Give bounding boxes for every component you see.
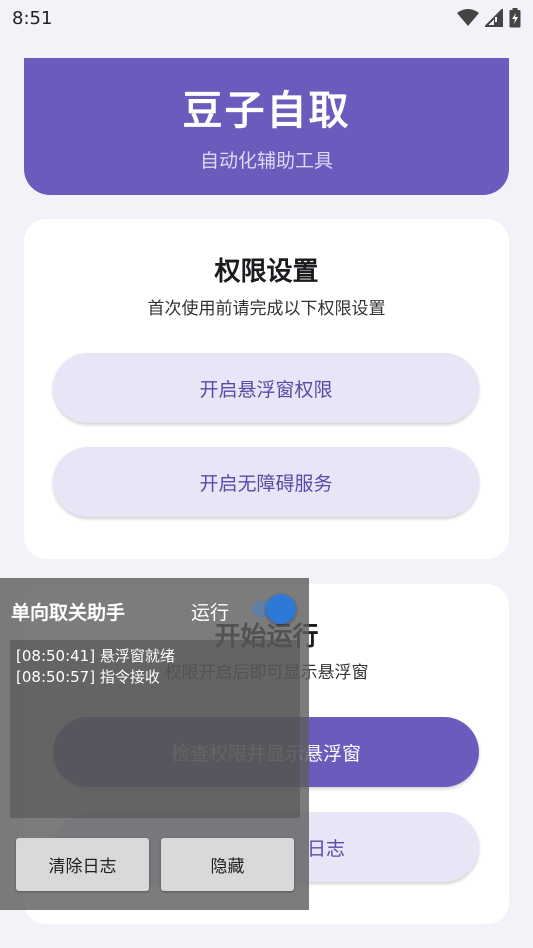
clear-log-button[interactable]: 清除日志	[16, 838, 149, 891]
app-title: 豆子自取	[182, 88, 351, 134]
permissions-subtitle: 首次使用前请完成以下权限设置	[147, 299, 386, 319]
hide-button[interactable]: 隐藏	[161, 838, 294, 891]
run-label: 运行	[191, 602, 230, 624]
permissions-title: 权限设置	[214, 257, 319, 287]
accessibility-service-button[interactable]: 开启无障碍服务	[53, 447, 479, 517]
wifi-icon	[457, 9, 479, 26]
status-bar: 8:51	[0, 0, 533, 36]
floating-window-permission-button[interactable]: 开启悬浮窗权限	[53, 353, 479, 423]
floating-window-title: 单向取关助手	[11, 602, 126, 624]
view-log-label: 日志	[306, 837, 345, 860]
battery-icon	[509, 8, 521, 28]
switch-thumb	[266, 594, 296, 624]
log-line: [08:50:57] 指令接收	[16, 668, 160, 686]
permissions-card: 权限设置 首次使用前请完成以下权限设置 开启悬浮窗权限 开启无障碍服务	[24, 219, 509, 559]
app-subtitle: 自动化辅助工具	[199, 150, 333, 172]
status-icons	[457, 8, 521, 28]
signal-icon	[485, 9, 503, 27]
app-header: 豆子自取 自动化辅助工具	[24, 58, 509, 195]
run-toggle-switch[interactable]	[246, 594, 298, 624]
floating-window[interactable]: 单向取关助手 运行 [08:50:41] 悬浮窗就绪 [08:50:57] 指令…	[0, 578, 309, 910]
log-line: [08:50:41] 悬浮窗就绪	[16, 647, 175, 665]
log-area[interactable]: [08:50:41] 悬浮窗就绪 [08:50:57] 指令接收	[10, 640, 300, 818]
status-time: 8:51	[12, 7, 53, 29]
